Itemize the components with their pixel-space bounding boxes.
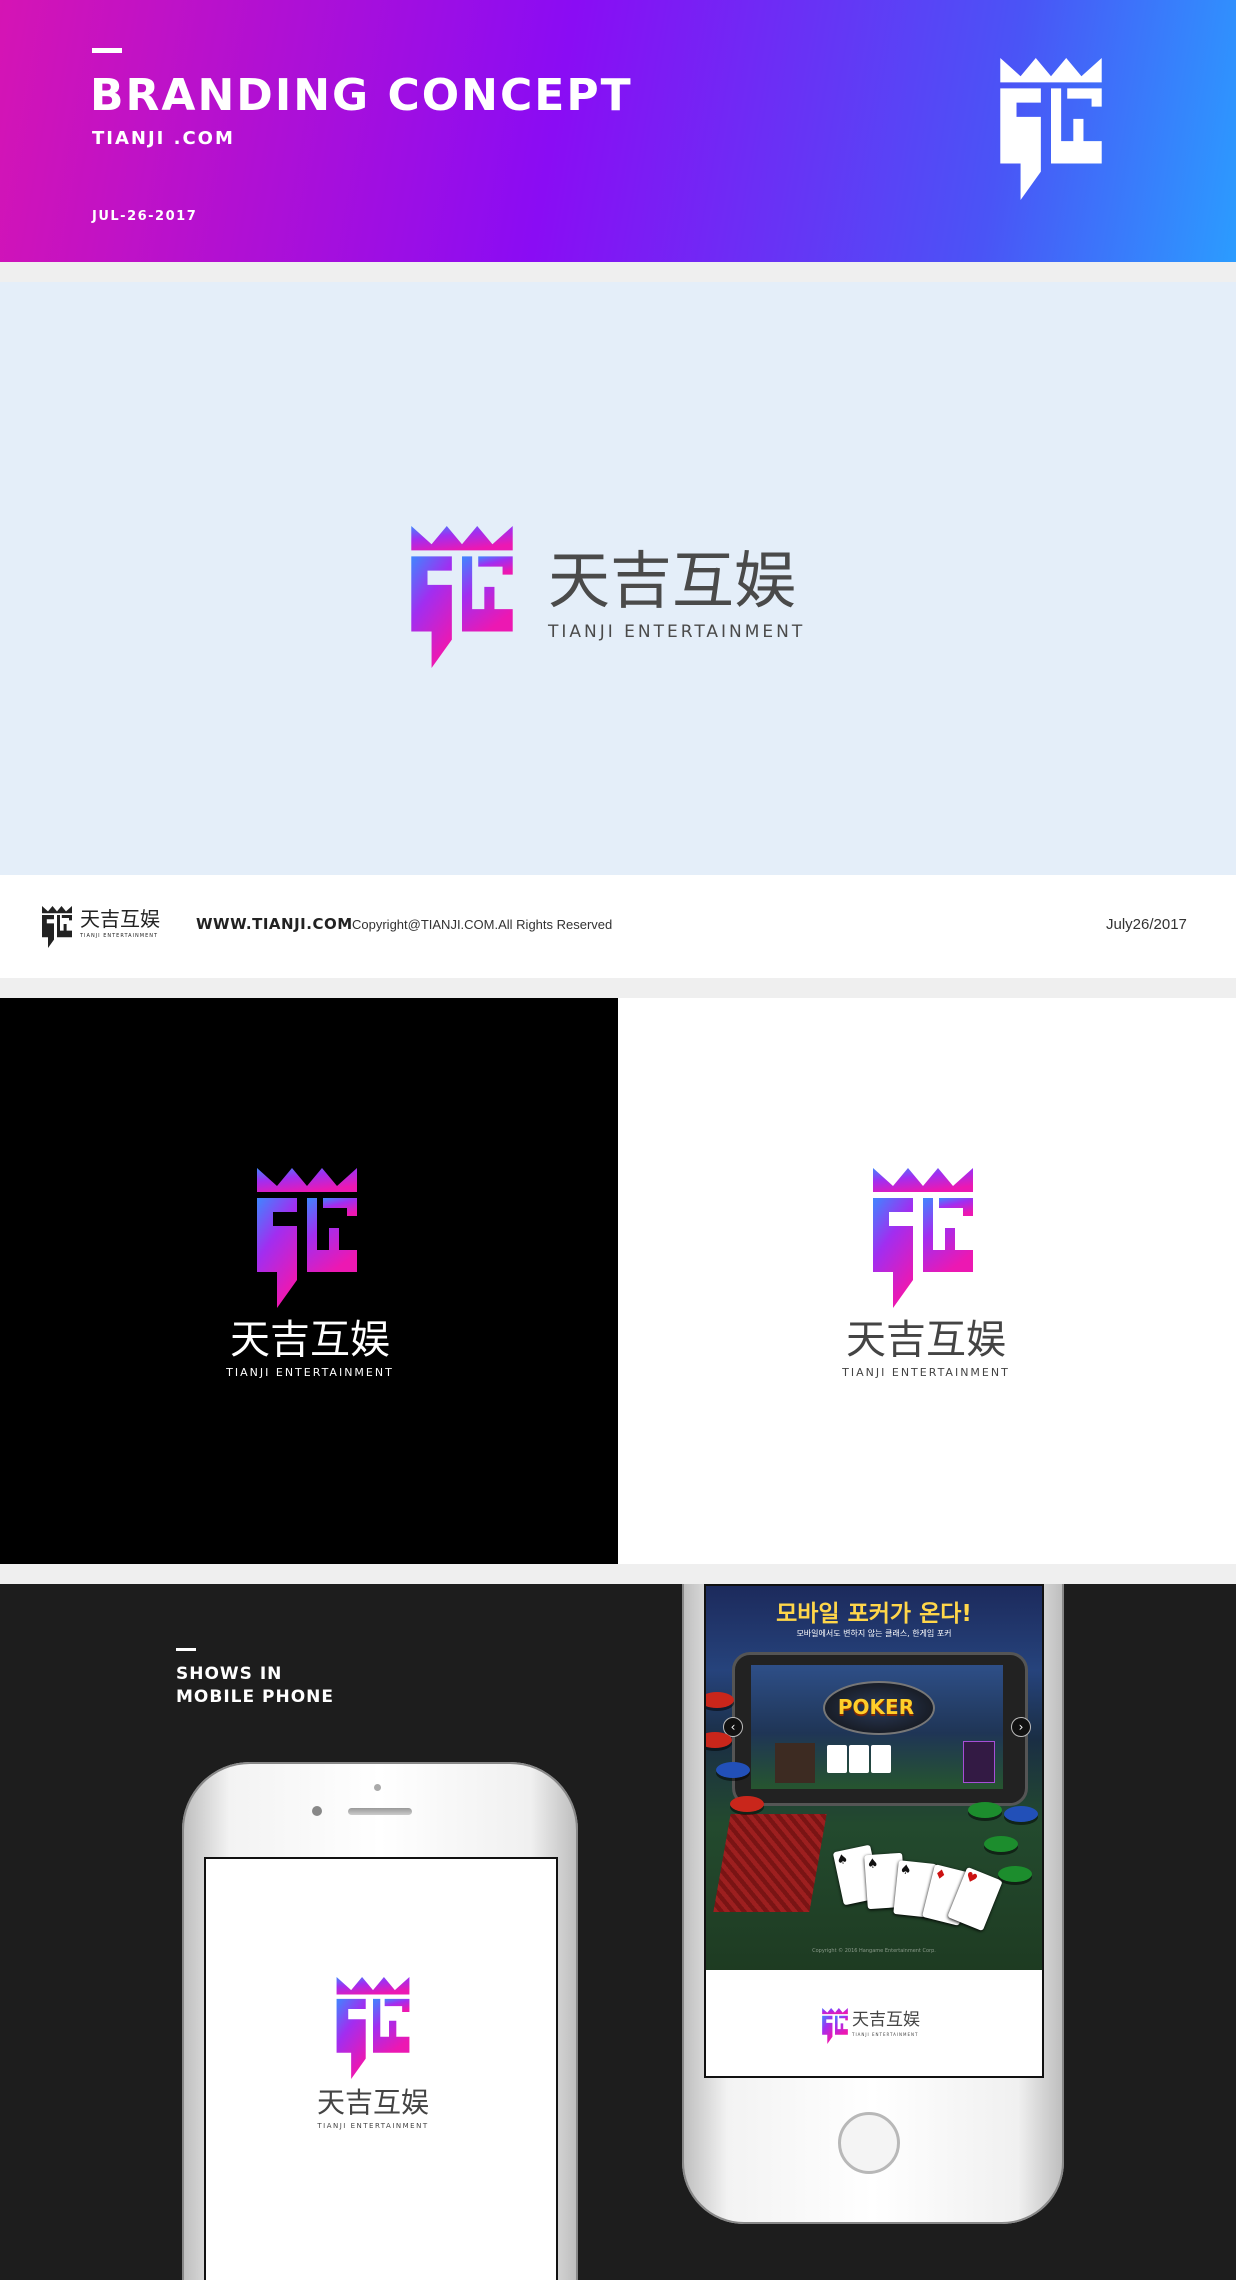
- header-logo-mark-icon: [998, 58, 1104, 200]
- mockup-title-line2: MOBILE PHONE: [176, 1687, 334, 1707]
- footer-url-link[interactable]: WWW.TIANJI.COM: [196, 915, 353, 933]
- main-logo-panel: 天吉互娱 TIANJI ENTERTAINMENT: [0, 282, 1236, 875]
- header-dash: [92, 48, 122, 53]
- phone-wordmark-cn: 天吉互娱: [316, 2086, 429, 2119]
- poker-chip-red: [706, 1732, 732, 1748]
- light-wordmark-cn: 天吉互娱: [846, 1317, 1006, 1363]
- mockup-title-line1: SHOWS IN: [176, 1664, 283, 1684]
- poker-chip-green: [968, 1802, 1002, 1818]
- phone-logo-mark-icon: [336, 1977, 410, 2079]
- earpiece-speaker: [348, 1808, 412, 1815]
- phone-footer-area: 天吉互娱 TIANJI ENTERTAINMENT: [706, 1970, 1042, 2076]
- table-card: [849, 1745, 869, 1773]
- mockup-dash: [176, 1648, 196, 1651]
- front-camera-icon: [312, 1806, 322, 1816]
- game-promo-screen: 모바일 포커가 온다! 모바일에서도 변하지 않는 클래스, 한게임 포커 PO…: [706, 1586, 1042, 1970]
- header-site: TIANJI .COM: [92, 128, 235, 149]
- player-avatar: [775, 1743, 815, 1783]
- poker-chip-green: [998, 1866, 1032, 1882]
- phone-footer-logo-mark-icon: [822, 2008, 848, 2044]
- home-button[interactable]: [838, 2112, 900, 2174]
- poker-chip-green: [984, 1836, 1018, 1852]
- next-arrow-icon[interactable]: ›: [1011, 1717, 1031, 1737]
- phone-screen-right: 모바일 포커가 온다! 모바일에서도 변하지 않는 클래스, 한게임 포커 PO…: [704, 1584, 1044, 2078]
- card-mat: [713, 1814, 827, 1912]
- game-headline: 모바일 포커가 온다!: [776, 1601, 972, 1627]
- light-wordmark-en: TIANJI ENTERTAINMENT: [842, 1366, 1010, 1379]
- game-subline: 모바일에서도 변하지 않는 클래스, 한게임 포커: [796, 1629, 952, 1638]
- footer-bar: 天吉互娱 TIANJI ENTERTAINMENT WWW.TIANJI.COM…: [0, 875, 1236, 978]
- table-card: [827, 1745, 847, 1773]
- light-logo-panel: 天吉互娱 TIANJI ENTERTAINMENT: [618, 998, 1236, 1564]
- header-banner: BRANDING CONCEPT TIANJI .COM JUL-26-2017: [0, 0, 1236, 262]
- phone-footer-wordmark-en: TIANJI ENTERTAINMENT: [852, 2032, 919, 2037]
- page-title: BRANDING CONCEPT: [90, 70, 633, 121]
- phone-mockup-right: 모바일 포커가 온다! 모바일에서도 변하지 않는 클래스, 한게임 포커 PO…: [682, 1584, 1064, 2224]
- tablet-device: POKER ‹ ›: [723, 1652, 1031, 1806]
- game-copyright: Copyright © 2016 Hangame Entertainment C…: [812, 1948, 936, 1954]
- table-card: [871, 1745, 891, 1773]
- logo-mark-icon: [410, 526, 514, 668]
- side-panel: [963, 1741, 995, 1783]
- light-logo-mark-icon: [872, 1168, 974, 1308]
- logo-wordmark-cn: 天吉互娱: [548, 544, 797, 617]
- dark-logo-mark-icon: [256, 1168, 358, 1308]
- logo-wordmark-en: TIANJI ENTERTAINMENT: [548, 622, 806, 642]
- poker-chip-red: [706, 1692, 734, 1708]
- poker-chip-blue: [1004, 1806, 1038, 1822]
- phone-screen-left: 天吉互娱 TIANJI ENTERTAINMENT: [204, 1857, 558, 2280]
- poker-chip-red: [730, 1796, 764, 1812]
- footer-date: July26/2017: [1106, 916, 1187, 933]
- header-date: JUL-26-2017: [92, 209, 198, 224]
- phone-footer-wordmark-cn: 天吉互娱: [852, 2010, 920, 2030]
- phone-mockup-left: 天吉互娱 TIANJI ENTERTAINMENT: [182, 1762, 578, 2280]
- front-sensor: [374, 1784, 381, 1791]
- tablet-screen: POKER: [751, 1665, 1003, 1789]
- mobile-mockup-section: SHOWS IN MOBILE PHONE 天吉互娱 TIANJI ENTERT…: [0, 1584, 1236, 2280]
- footer-wordmark-en: TIANJI ENTERTAINMENT: [80, 933, 159, 939]
- poker-label: POKER: [837, 1695, 915, 1719]
- dark-wordmark-cn: 天吉互娱: [230, 1317, 390, 1363]
- footer-wordmark-cn: 天吉互娱: [80, 907, 160, 931]
- footer-copyright: Copyright@TIANJI.COM.All Rights Reserved: [352, 917, 613, 932]
- dark-wordmark-en: TIANJI ENTERTAINMENT: [226, 1366, 394, 1379]
- phone-wordmark-en: TIANJI ENTERTAINMENT: [317, 2122, 429, 2130]
- poker-chip-blue: [716, 1762, 750, 1778]
- dark-logo-panel: 天吉互娱 TIANJI ENTERTAINMENT: [0, 998, 618, 1564]
- footer-logo-mark-icon: [42, 906, 72, 948]
